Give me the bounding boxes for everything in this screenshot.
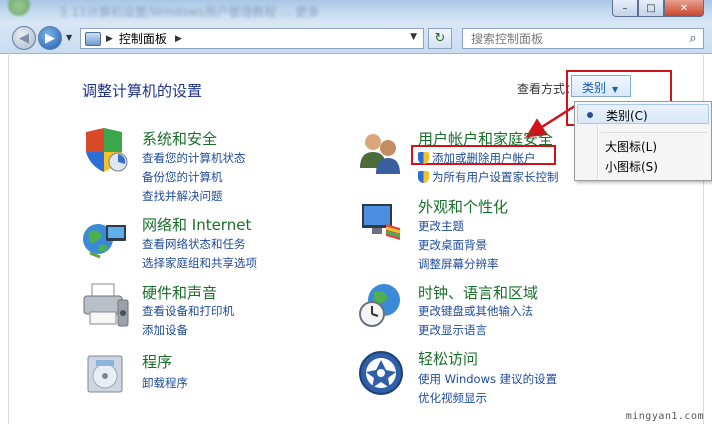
category-programs[interactable]: 程序 bbox=[142, 351, 172, 372]
category-user-accounts[interactable]: 用户帐户和家庭安全 bbox=[418, 128, 553, 149]
ease-of-access-icon bbox=[359, 351, 403, 395]
user-accounts-icon bbox=[360, 134, 400, 174]
window-controls: – □ ✕ bbox=[612, 0, 704, 18]
control-panel-icon bbox=[85, 31, 101, 46]
menu-item-small-icons[interactable]: 小图标(S) bbox=[605, 158, 658, 175]
refresh-button[interactable]: ↻ bbox=[428, 28, 452, 49]
back-button[interactable]: ◀ bbox=[12, 26, 36, 50]
link-view-network-status[interactable]: 查看网络状态和任务 bbox=[142, 236, 246, 252]
search-box[interactable]: ⌕ bbox=[462, 28, 704, 49]
appearance-monitor-icon bbox=[362, 204, 401, 240]
breadcrumb-separator-icon[interactable]: ▶ bbox=[175, 34, 182, 44]
link-add-remove-user-accounts[interactable]: 添加或删除用户帐户 bbox=[418, 150, 536, 166]
uac-shield-icon bbox=[418, 152, 429, 164]
page-title: 调整计算机的设置 bbox=[82, 82, 203, 100]
category-hardware-sound[interactable]: 硬件和声音 bbox=[142, 282, 217, 303]
menu-divider bbox=[601, 132, 707, 133]
shield-icon bbox=[86, 128, 128, 172]
link-label: 添加或删除用户帐户 bbox=[432, 151, 536, 165]
link-change-display-language[interactable]: 更改显示语言 bbox=[418, 322, 487, 338]
link-backup-computer[interactable]: 备份您的计算机 bbox=[142, 169, 223, 185]
forward-button[interactable]: ▶ bbox=[38, 26, 62, 50]
link-windows-recommended-settings[interactable]: 使用 Windows 建议的设置 bbox=[418, 371, 557, 387]
printer-icon bbox=[83, 283, 129, 327]
category-ease-of-access[interactable]: 轻松访问 bbox=[418, 348, 478, 369]
view-by-menu: 类别(C) 大图标(L) 小图标(S) bbox=[574, 101, 712, 181]
category-appearance[interactable]: 外观和个性化 bbox=[418, 196, 508, 217]
uac-shield-icon bbox=[418, 171, 429, 183]
menu-item-category[interactable]: 类别(C) bbox=[577, 104, 709, 124]
link-devices-printers[interactable]: 查看设备和打印机 bbox=[142, 303, 234, 319]
window-title-bar: 5 11计算机设置/Windows用户管理教程 ... 更多 – □ ✕ bbox=[0, 0, 712, 22]
link-optimize-video-display[interactable]: 优化视频显示 bbox=[418, 390, 487, 406]
link-change-keyboard-input[interactable]: 更改键盘或其他输入法 bbox=[418, 303, 533, 319]
breadcrumb-separator-icon[interactable]: ▶ bbox=[106, 34, 113, 44]
programs-disc-icon bbox=[87, 355, 123, 393]
window-orb-icon bbox=[8, 0, 30, 16]
window-title: 5 11计算机设置/Windows用户管理教程 ... 更多 bbox=[60, 5, 320, 19]
link-view-computer-status[interactable]: 查看您的计算机状态 bbox=[142, 150, 246, 166]
breadcrumb-control-panel[interactable]: 控制面板 bbox=[119, 30, 167, 47]
network-globe-icon bbox=[83, 224, 126, 259]
link-uninstall-program[interactable]: 卸载程序 bbox=[142, 375, 188, 391]
link-find-fix-problems[interactable]: 查找并解决问题 bbox=[142, 188, 223, 204]
search-icon[interactable]: ⌕ bbox=[683, 31, 703, 46]
link-parental-controls[interactable]: 为所有用户设置家长控制 bbox=[418, 169, 559, 185]
category-system-security[interactable]: 系统和安全 bbox=[142, 128, 217, 149]
category-network-internet[interactable]: 网络和 Internet bbox=[142, 214, 251, 235]
link-label: 为所有用户设置家长控制 bbox=[432, 170, 559, 184]
link-adjust-resolution[interactable]: 调整屏幕分辨率 bbox=[418, 256, 499, 272]
maximize-button[interactable]: □ bbox=[638, 0, 664, 17]
menu-item-large-icons[interactable]: 大图标(L) bbox=[605, 138, 657, 155]
navigation-bar: ◀ ▶ ▼ ▶ 控制面板 ▶ ▼ ↻ ⌕ bbox=[0, 22, 712, 54]
menu-item-label: 类别(C) bbox=[606, 109, 648, 123]
category-clock-language-region[interactable]: 时钟、语言和区域 bbox=[418, 282, 538, 303]
link-change-theme[interactable]: 更改主题 bbox=[418, 218, 464, 234]
search-input[interactable] bbox=[463, 31, 683, 46]
link-homegroup-sharing[interactable]: 选择家庭组和共享选项 bbox=[142, 255, 257, 271]
address-bar[interactable]: ▶ 控制面板 ▶ ▼ bbox=[80, 28, 424, 49]
radio-dot-icon bbox=[587, 112, 593, 118]
refresh-icon: ↻ bbox=[434, 31, 446, 46]
address-dropdown-icon[interactable]: ▼ bbox=[410, 32, 417, 42]
recent-pages-dropdown-icon[interactable]: ▼ bbox=[66, 33, 72, 42]
watermark: mingyan1.com bbox=[625, 411, 704, 422]
link-change-desktop-background[interactable]: 更改桌面背景 bbox=[418, 237, 487, 253]
clock-globe-icon bbox=[359, 284, 400, 327]
link-add-device[interactable]: 添加设备 bbox=[142, 322, 188, 338]
minimize-button[interactable]: – bbox=[612, 0, 638, 17]
close-button[interactable]: ✕ bbox=[664, 0, 704, 17]
